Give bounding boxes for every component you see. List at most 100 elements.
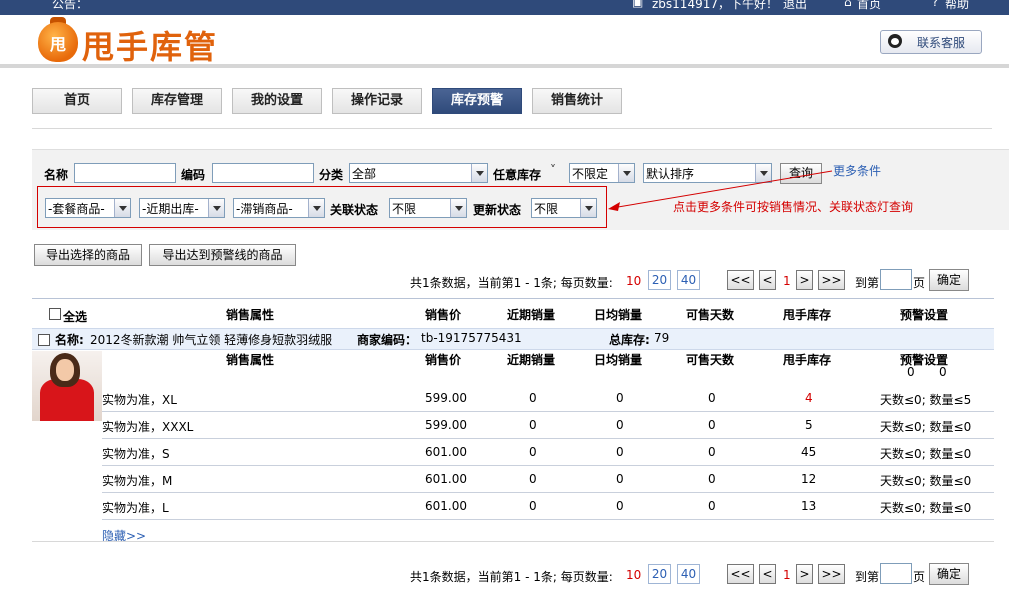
export-selected-button[interactable]: 导出选择的商品 [34,244,142,266]
subheader-daily-sales: 日均销量 [594,353,643,367]
goto-prefix-bottom: 到第 [855,570,880,584]
page-size-40[interactable]: 40 [677,270,700,290]
row-4-daily: 0 [616,499,624,513]
product-code-label: 商家编码： [357,333,418,347]
contact-service-label: 联系客服 [917,36,966,50]
user-greeting: zbs114917，下午好！ [652,0,778,11]
row-3-stock: 12 [801,472,817,486]
next-page-button-bottom[interactable]: > [796,564,813,584]
page-size-20-bottom[interactable]: 20 [648,564,671,584]
chevron-down-icon [471,164,487,182]
header-daily-sales: 日均销量 [594,308,643,322]
goto-page-input[interactable] [880,269,912,290]
first-page-button[interactable]: << [727,270,754,290]
current-page-bottom: 1 [783,568,791,582]
more-conditions-link[interactable]: 更多条件 [833,162,881,179]
recent-out-value: -近期出库- [142,202,199,216]
stock-label: 任意库存 [493,168,542,182]
current-page: 1 [783,274,791,288]
contact-service-button[interactable]: 联系客服 [880,30,982,54]
row-1-warning: 天数≤0; 数量≤0 [880,420,972,434]
tab-records[interactable]: 操作记录 [332,88,422,114]
row-0-price: 599.00 [425,391,467,405]
row-1-price: 599.00 [425,418,467,432]
goto-suffix-bottom: 页 [913,570,926,584]
page-size-20[interactable]: 20 [648,270,671,290]
update-status-value: 不限 [534,202,559,216]
slow-select[interactable]: -滞销商品- [233,198,325,218]
caret-icon: ˅ [550,163,556,177]
goto-confirm-button[interactable]: 确定 [929,269,969,291]
row-3-price: 601.00 [425,472,467,486]
export-warning-button[interactable]: 导出达到预警线的商品 [149,244,296,266]
link-status-select[interactable]: 不限 [389,198,467,218]
package-select[interactable]: -套餐商品- [45,198,131,218]
row-1-attr: 实物为准，XXXL [102,420,194,434]
row-1-recent: 0 [529,418,537,432]
tab-settings[interactable]: 我的设置 [232,88,322,114]
pagination-summary: 共1条数据，当前第1 - 1条; 每页数量: [410,276,613,290]
chevron-down-icon [208,199,224,217]
subheader-stock: 甩手库存 [783,353,832,367]
product-code: tb-19175775431 [421,331,522,345]
link-status-value: 不限 [392,202,417,216]
product-name-label: 名称: [55,333,84,347]
logo-char: 甩 [49,35,66,54]
row-4-warning: 天数≤0; 数量≤0 [880,501,972,515]
name-label: 名称 [44,168,69,182]
page-size-40-bottom[interactable]: 40 [677,564,700,584]
code-input[interactable] [212,163,314,183]
header-attr: 销售属性 [226,308,275,322]
product-image[interactable] [32,351,102,421]
tab-home[interactable]: 首页 [32,88,122,114]
goto-confirm-button-bottom[interactable]: 确定 [929,563,969,585]
chevron-down-icon [114,199,130,217]
row-1-days: 0 [708,418,716,432]
subheader-price: 销售价 [425,353,462,367]
row-0-days: 0 [708,391,716,405]
page-size-10-bottom[interactable]: 10 [626,568,641,582]
logout-link[interactable]: 退出 [783,0,807,12]
first-page-button-bottom[interactable]: << [727,564,754,584]
row-3-attr: 实物为准，M [102,474,173,488]
goto-page-input-bottom[interactable] [880,563,912,584]
product-checkbox[interactable] [38,334,50,346]
last-page-button[interactable]: >> [818,270,845,290]
prev-page-button[interactable]: < [759,270,776,290]
subheader-days: 可售天数 [686,353,735,367]
home-link[interactable]: 首页 [857,0,881,12]
name-input[interactable] [74,163,176,183]
header-recent-sales: 近期销量 [507,308,556,322]
tab-sales-stats[interactable]: 销售统计 [532,88,622,114]
row-2-attr: 实物为准，S [102,447,170,461]
category-label: 分类 [319,168,344,182]
row-0-recent: 0 [529,391,537,405]
category-select[interactable]: 全部 [349,163,488,183]
subheader-recent-sales: 近期销量 [507,353,556,367]
user-icon: ▣ [632,0,644,9]
help-link[interactable]: 帮助 [945,0,969,12]
next-page-button[interactable]: > [796,270,813,290]
header-days: 可售天数 [686,308,735,322]
row-4-attr: 实物为准，L [102,501,169,515]
header-warning: 预警设置 [900,308,949,322]
select-all-checkbox[interactable] [49,308,61,320]
recent-out-select[interactable]: -近期出库- [139,198,225,218]
last-page-button-bottom[interactable]: >> [818,564,845,584]
total-stock-value: 79 [654,331,670,345]
header-price: 销售价 [425,308,462,322]
row-1-daily: 0 [616,418,624,432]
tab-stock-warning[interactable]: 库存预警 [432,88,522,114]
product-name: 2012冬新款潮 帅气立领 轻薄修身短款羽绒服 [90,333,333,347]
row-3-daily: 0 [616,472,624,486]
tab-inventory[interactable]: 库存管理 [132,88,222,114]
package-value: -套餐商品- [48,202,105,216]
update-status-label: 更新状态 [473,203,522,217]
row-0-daily: 0 [616,391,624,405]
page-size-10[interactable]: 10 [626,274,641,288]
annotation-hint: 点击更多条件可按销售情况、关联状态灯查询 [673,200,914,214]
table-bottom-divider [32,541,994,542]
row-0-stock: 4 [805,391,813,405]
prev-page-button-bottom[interactable]: < [759,564,776,584]
update-status-select[interactable]: 不限 [531,198,597,218]
